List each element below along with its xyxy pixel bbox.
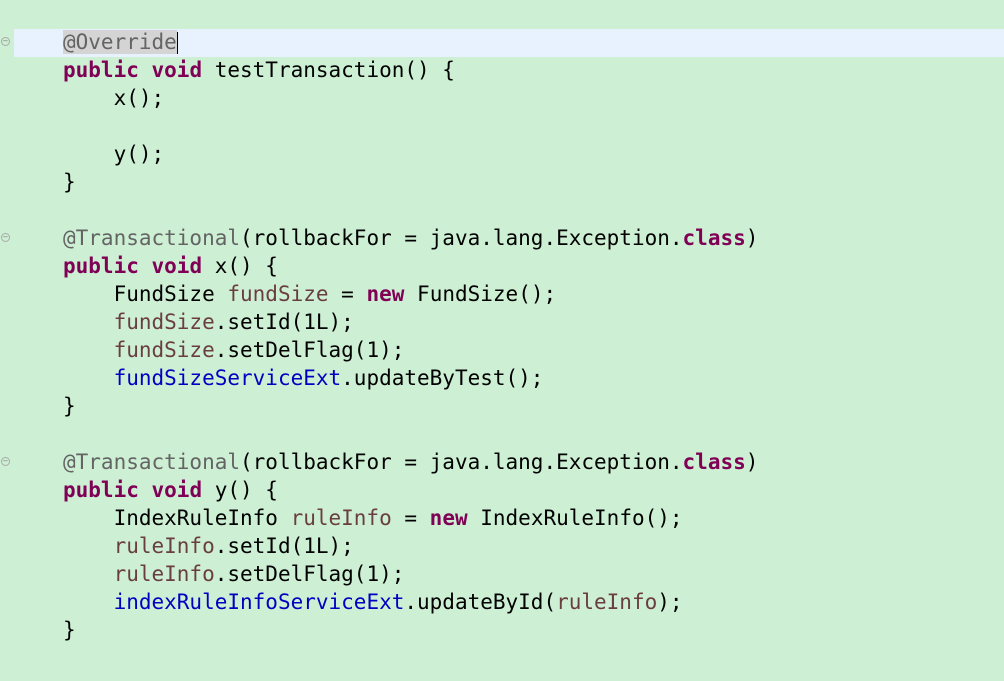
fold-collapse-icon[interactable]: − — [1, 457, 10, 466]
code-line[interactable] — [63, 420, 758, 448]
code-line[interactable]: FundSize fundSize = new FundSize(); — [63, 280, 758, 308]
code-line[interactable]: public void testTransaction() { — [63, 56, 758, 84]
code-token: x() { — [202, 254, 278, 278]
code-line[interactable]: fundSize.setDelFlag(1); — [63, 336, 758, 364]
code-token: .setId(1L); — [214, 310, 354, 334]
variable-token: fundSize — [227, 282, 329, 306]
code-token: (rollbackFor = java.lang.Exception. — [240, 450, 683, 474]
code-line[interactable]: y(); — [63, 140, 758, 168]
code-token: .setId(1L); — [214, 534, 354, 558]
keyword-token: class — [682, 450, 746, 474]
keyword-token: public — [63, 254, 139, 278]
annotation-override: @Override — [63, 30, 177, 54]
code-token: (rollbackFor = java.lang.Exception. — [240, 226, 683, 250]
code-token: } — [63, 394, 76, 418]
keyword-token: void — [151, 58, 203, 82]
code-token: y(); — [63, 142, 165, 166]
code-line[interactable]: ruleInfo.setId(1L); — [63, 532, 758, 560]
code-token: = — [328, 282, 367, 306]
field-token: fundSizeServiceExt — [113, 366, 342, 390]
fold-collapse-icon[interactable]: − — [1, 233, 10, 242]
code-line[interactable]: ruleInfo.setDelFlag(1); — [63, 560, 758, 588]
field-token: indexRuleInfoServiceExt — [113, 590, 405, 614]
code-line[interactable]: } — [63, 616, 758, 644]
code-token: ) — [745, 226, 759, 250]
code-token: ); — [657, 590, 683, 614]
editor-gutter: − − − — [0, 0, 14, 681]
code-area[interactable]: @Override public void testTransaction() {… — [63, 28, 758, 644]
code-line[interactable]: indexRuleInfoServiceExt.updateById(ruleI… — [63, 588, 758, 616]
fold-collapse-icon[interactable]: − — [1, 37, 10, 46]
code-token: ) — [745, 450, 759, 474]
text-caret — [176, 32, 178, 54]
variable-token: ruleInfo — [113, 562, 215, 586]
code-line[interactable]: public void x() { — [63, 252, 758, 280]
code-token: x(); — [63, 86, 165, 110]
keyword-token: public — [63, 58, 139, 82]
code-line[interactable]: x(); — [63, 84, 758, 112]
variable-token: ruleInfo — [556, 590, 658, 614]
code-token: FundSize(); — [404, 282, 557, 306]
annotation-token: @Transactional — [63, 226, 241, 250]
code-line[interactable] — [63, 112, 758, 140]
keyword-token: class — [682, 226, 746, 250]
code-token: IndexRuleInfo(); — [467, 506, 683, 530]
code-line[interactable]: } — [63, 392, 758, 420]
code-line[interactable]: } — [63, 168, 758, 196]
code-token: = — [391, 506, 430, 530]
code-editor[interactable]: − − − @Override public void testTransaction… — [0, 0, 1004, 681]
code-token: } — [63, 618, 76, 642]
code-token: .setDelFlag(1); — [214, 338, 405, 362]
code-token: y() { — [202, 478, 278, 502]
code-token: .setDelFlag(1); — [214, 562, 405, 586]
code-token: IndexRuleInfo — [63, 506, 291, 530]
keyword-token: new — [366, 282, 405, 306]
code-line[interactable]: @Override — [63, 28, 758, 56]
code-line[interactable] — [63, 196, 758, 224]
code-token: testTransaction() { — [202, 58, 455, 82]
annotation-token: @Transactional — [63, 450, 241, 474]
code-line[interactable]: fundSizeServiceExt.updateByTest(); — [63, 364, 758, 392]
keyword-token: void — [151, 478, 203, 502]
keyword-token: public — [63, 478, 139, 502]
code-token: .updateByTest(); — [341, 366, 544, 390]
code-token: FundSize — [63, 282, 228, 306]
code-token: .updateById( — [404, 590, 557, 614]
code-line[interactable]: @Transactional(rollbackFor = java.lang.E… — [63, 224, 758, 252]
variable-token: fundSize — [113, 338, 215, 362]
keyword-token: void — [151, 254, 203, 278]
keyword-token: new — [429, 506, 468, 530]
code-line[interactable]: public void y() { — [63, 476, 758, 504]
code-token: } — [63, 170, 76, 194]
code-line[interactable]: @Transactional(rollbackFor = java.lang.E… — [63, 448, 758, 476]
variable-token: ruleInfo — [113, 534, 215, 558]
code-line[interactable]: IndexRuleInfo ruleInfo = new IndexRuleIn… — [63, 504, 758, 532]
variable-token: ruleInfo — [290, 506, 392, 530]
code-line[interactable]: fundSize.setId(1L); — [63, 308, 758, 336]
variable-token: fundSize — [113, 310, 215, 334]
